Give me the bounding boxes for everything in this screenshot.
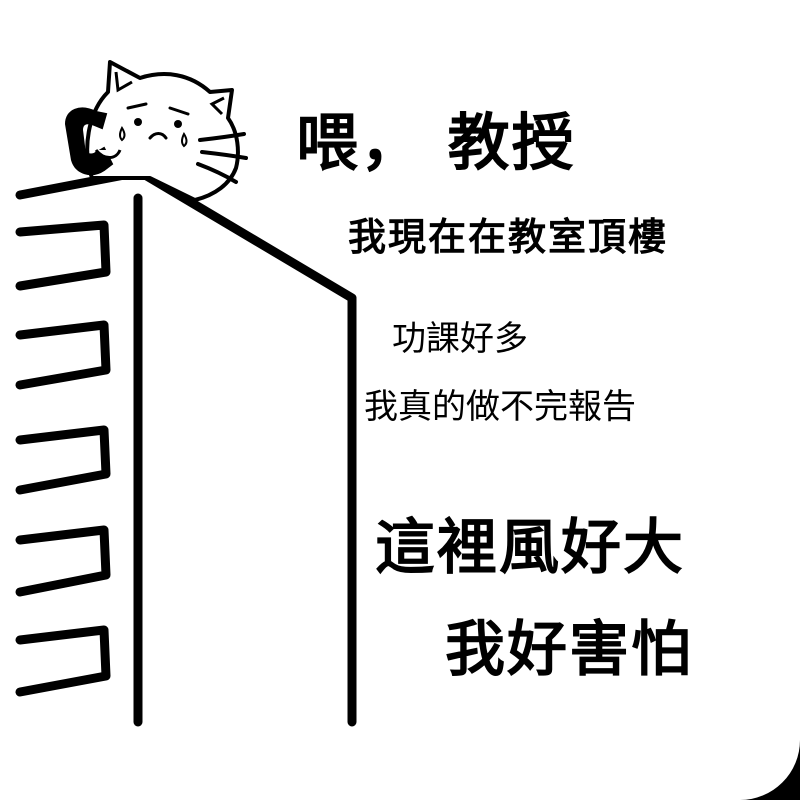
building-windows <box>15 220 111 697</box>
cat-icon <box>64 60 248 202</box>
sweat-drop <box>181 131 188 148</box>
caption-too-much-homework: 功課好多 <box>392 319 528 359</box>
cat-head <box>85 60 240 202</box>
building-window <box>15 425 111 495</box>
meme-canvas: 喂， 教授 我現在在教室頂樓 功課好多 我真的做不完報告 這裡風好大 我好害怕 <box>0 0 800 800</box>
building-window <box>15 525 111 597</box>
building-window <box>15 220 111 291</box>
sweat-drop <box>119 125 126 142</box>
building-window <box>15 625 111 697</box>
building-window <box>15 320 111 390</box>
cat-eye-right <box>174 120 182 128</box>
caption-hello-professor: 喂， 教授 <box>296 106 576 179</box>
building-outline <box>15 167 357 727</box>
caption-cannot-finish-report: 我真的做不完報告 <box>364 387 636 427</box>
caption-so-scared: 我好害怕 <box>445 615 693 685</box>
caption-on-rooftop: 我現在在教室頂樓 <box>348 215 669 259</box>
cat-eye-left <box>134 118 142 126</box>
meme-panel: 喂， 教授 我現在在教室頂樓 功課好多 我真的做不完報告 這裡風好大 我好害怕 <box>0 0 800 800</box>
caption-windy-here: 這裡風好大 <box>375 513 685 583</box>
building-icon <box>15 167 357 727</box>
